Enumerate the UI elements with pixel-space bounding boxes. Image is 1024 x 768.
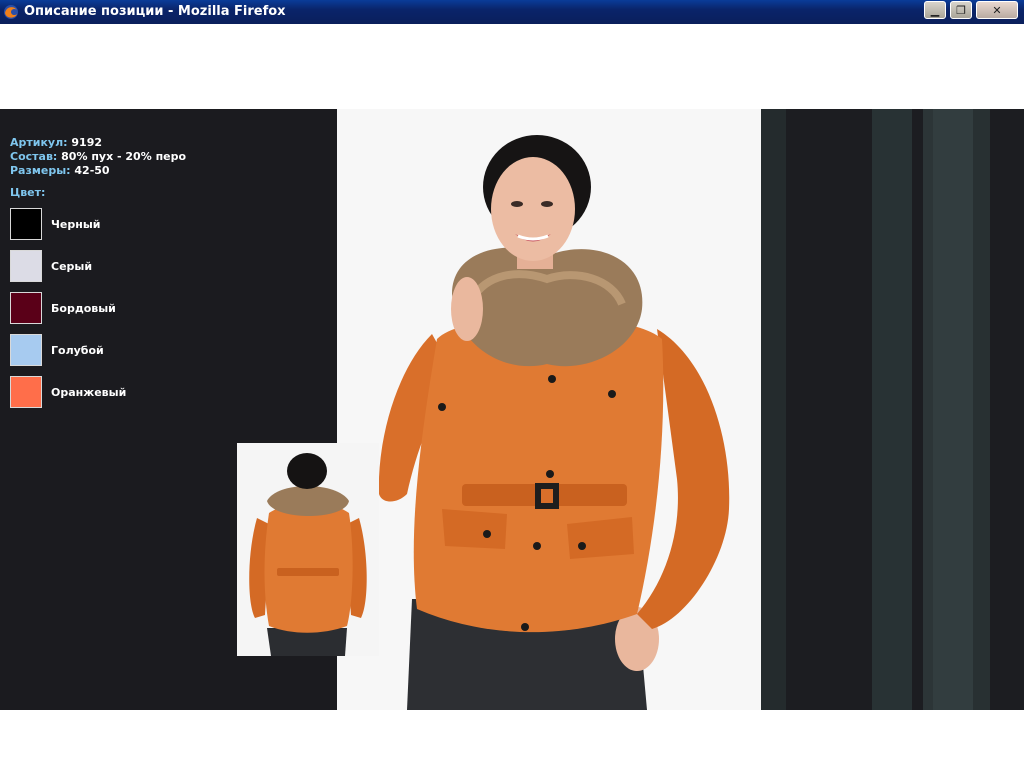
window-title: Описание позиции - Mozilla Firefox [24, 4, 286, 19]
color-label: Оранжевый [51, 386, 127, 399]
color-label: Серый [51, 260, 93, 273]
color-option-orange[interactable]: Оранжевый [10, 376, 250, 410]
decorative-stripes [761, 109, 1024, 710]
composition-value: 80% пух - 20% перо [61, 150, 187, 163]
minimize-icon: ▁ [930, 3, 940, 17]
close-button[interactable]: ✕ [976, 1, 1018, 19]
color-label: Голубой [51, 344, 104, 357]
model-back-photo [237, 443, 379, 656]
restore-button[interactable]: ❐ [950, 1, 972, 19]
color-option-black[interactable]: Черный [10, 208, 250, 242]
restore-icon: ❐ [956, 3, 966, 17]
article-line: Артикул: 9192 [10, 136, 186, 150]
color-option-gray[interactable]: Серый [10, 250, 250, 284]
sizes-line: Размеры: 42-50 [10, 164, 186, 178]
model-front-photo [337, 109, 761, 710]
color-swatch[interactable] [10, 334, 42, 366]
article-label: Артикул: [10, 136, 68, 149]
color-swatch[interactable] [10, 376, 42, 408]
composition-line: Состав: 80% пух - 20% перо [10, 150, 186, 164]
article-value: 9192 [71, 136, 103, 149]
composition-label: Состав: [10, 150, 58, 163]
back-view-thumbnail[interactable] [237, 443, 379, 656]
color-swatch[interactable] [10, 250, 42, 282]
close-icon: ✕ [992, 3, 1002, 17]
firefox-icon [4, 5, 18, 19]
main-product-photo [337, 109, 761, 710]
color-swatch[interactable] [10, 208, 42, 240]
sizes-value: 42-50 [74, 164, 110, 177]
product-panel: Артикул: 9192 Состав: 80% пух - 20% перо… [0, 109, 1024, 710]
sizes-label: Размеры: [10, 164, 71, 177]
window-titlebar: Описание позиции - Mozilla Firefox ▁ ❐ ✕ [0, 0, 1024, 24]
color-swatch[interactable] [10, 292, 42, 324]
minimize-button[interactable]: ▁ [924, 1, 946, 19]
product-info: Артикул: 9192 Состав: 80% пух - 20% перо… [10, 136, 186, 178]
color-option-light-blue[interactable]: Голубой [10, 334, 250, 368]
color-option-burgundy[interactable]: Бордовый [10, 292, 250, 326]
color-label: Черный [51, 218, 101, 231]
color-label: Бордовый [51, 302, 116, 315]
color-heading: Цвет: [10, 186, 46, 199]
